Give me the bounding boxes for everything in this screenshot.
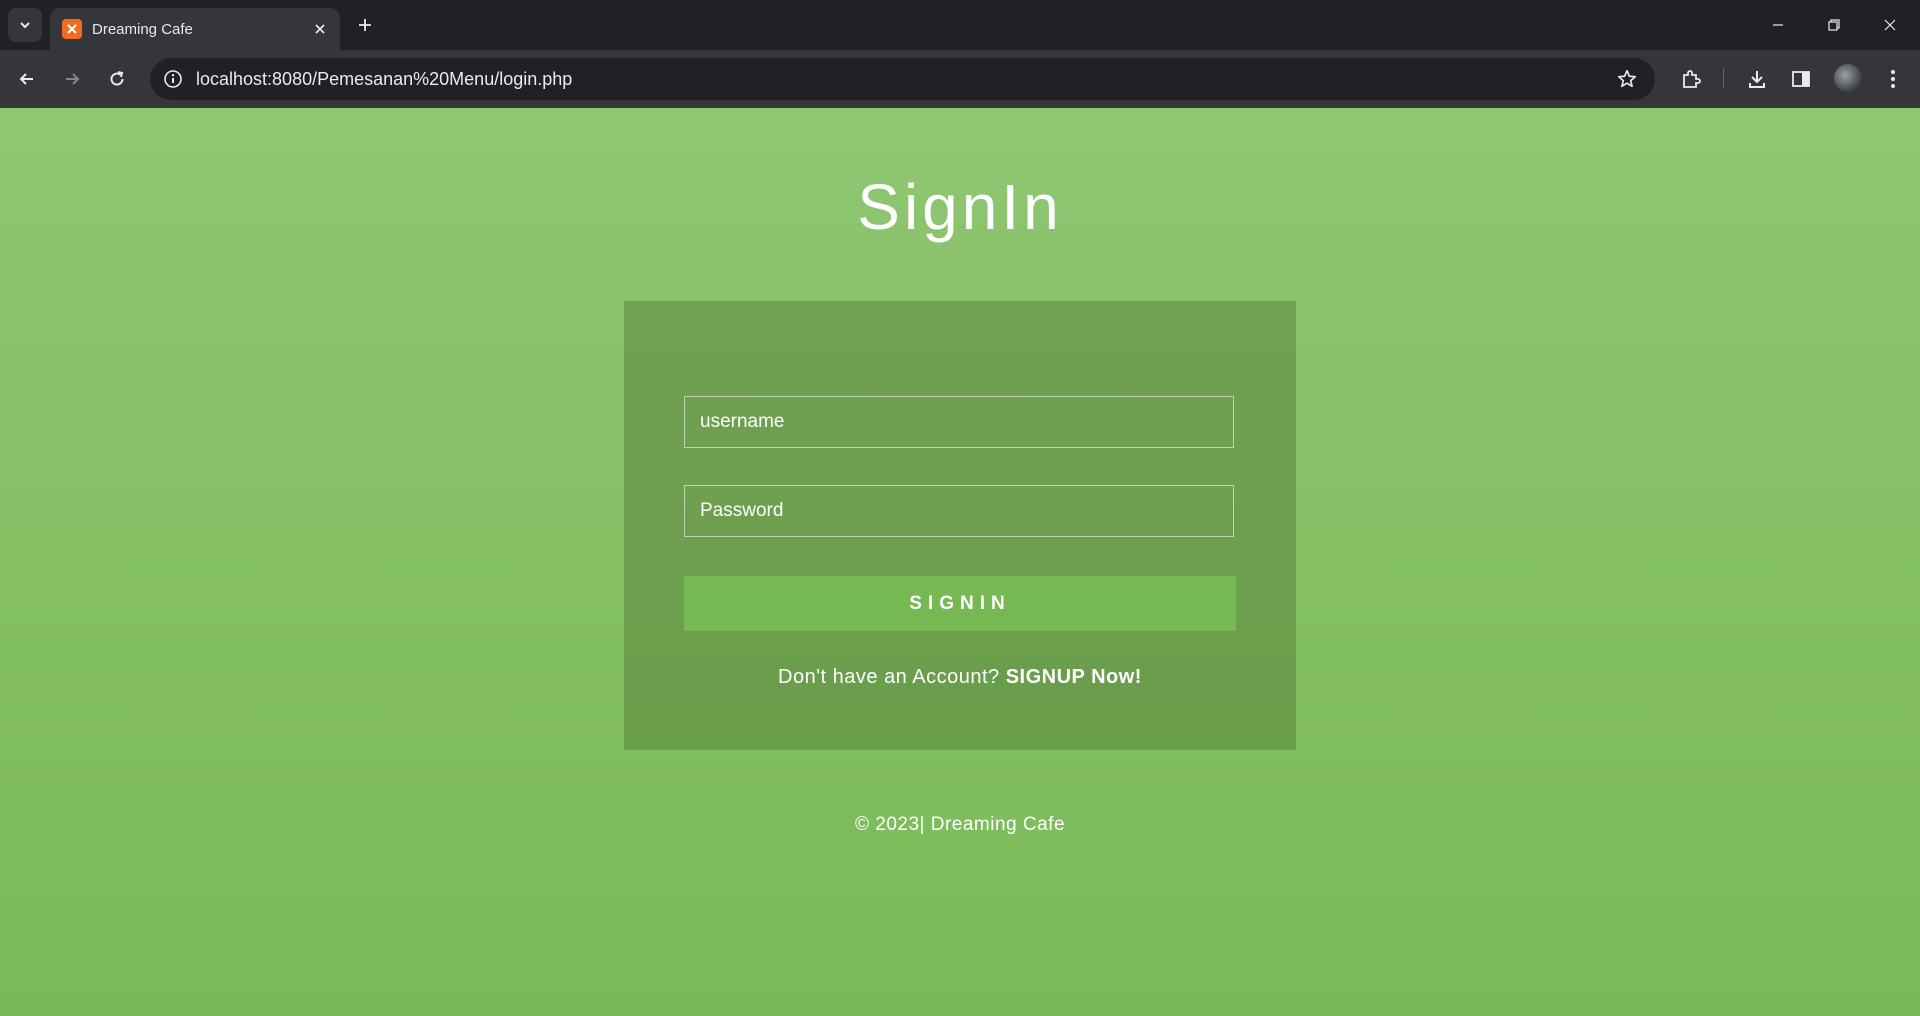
downloads-button[interactable] xyxy=(1742,64,1772,94)
password-input[interactable] xyxy=(684,485,1234,537)
restore-icon xyxy=(1828,19,1840,31)
page-title: SignIn xyxy=(857,171,1063,243)
more-vert-icon xyxy=(1891,70,1895,88)
tab-close-button[interactable] xyxy=(308,17,332,41)
tab-strip: Dreaming Cafe xyxy=(0,0,1920,50)
extensions-button[interactable] xyxy=(1676,64,1706,94)
arrow-left-icon xyxy=(19,73,33,85)
footer-copyright: © 2023| Dreaming Cafe xyxy=(854,814,1066,835)
minimize-icon xyxy=(1773,24,1783,26)
minimize-button[interactable] xyxy=(1750,0,1806,50)
chevron-down-icon xyxy=(20,22,30,29)
side-panel-button[interactable] xyxy=(1786,64,1816,94)
arrow-right-icon xyxy=(66,73,80,85)
reload-icon xyxy=(110,71,124,86)
restore-button[interactable] xyxy=(1806,0,1862,50)
plus-icon xyxy=(359,19,371,31)
tab-search-button[interactable] xyxy=(8,8,42,42)
profile-avatar[interactable] xyxy=(1834,64,1862,92)
site-info-icon[interactable] xyxy=(162,68,184,90)
url-text[interactable]: localhost:8080/Pemesanan%20Menu/login.ph… xyxy=(196,69,1615,90)
browser-toolbar: localhost:8080/Pemesanan%20Menu/login.ph… xyxy=(0,50,1920,108)
tab-title: Dreaming Cafe xyxy=(92,20,193,38)
download-icon xyxy=(1749,71,1765,88)
signup-prompt-text: Don't have an Account? xyxy=(778,666,1000,688)
username-input[interactable] xyxy=(684,396,1234,448)
back-button[interactable] xyxy=(10,62,44,96)
new-tab-button[interactable] xyxy=(352,12,378,38)
xampp-icon xyxy=(62,19,82,39)
close-window-button[interactable] xyxy=(1862,0,1918,50)
menu-button[interactable] xyxy=(1878,64,1908,94)
signin-card: SIGNIN Don't have an Account? SIGNUP Now… xyxy=(624,301,1296,750)
signup-link[interactable]: SIGNUP Now! xyxy=(1006,666,1142,688)
browser-tab[interactable]: Dreaming Cafe xyxy=(50,8,340,50)
toolbar-divider xyxy=(1723,68,1724,88)
close-icon xyxy=(1884,19,1896,31)
close-icon xyxy=(315,24,325,34)
puzzle-icon xyxy=(1683,70,1701,88)
signup-prompt-line: Don't have an Account? SIGNUP Now! xyxy=(624,666,1296,689)
signin-button[interactable]: SIGNIN xyxy=(684,576,1236,631)
page-content: SignIn SIGNIN Don't have an Account? SIG… xyxy=(0,108,1920,1016)
address-bar[interactable]: localhost:8080/Pemesanan%20Menu/login.ph… xyxy=(150,58,1655,100)
forward-button[interactable] xyxy=(55,62,89,96)
reload-button[interactable] xyxy=(100,62,134,96)
side-panel-icon xyxy=(1792,71,1810,87)
bookmark-star-icon[interactable] xyxy=(1615,67,1639,91)
